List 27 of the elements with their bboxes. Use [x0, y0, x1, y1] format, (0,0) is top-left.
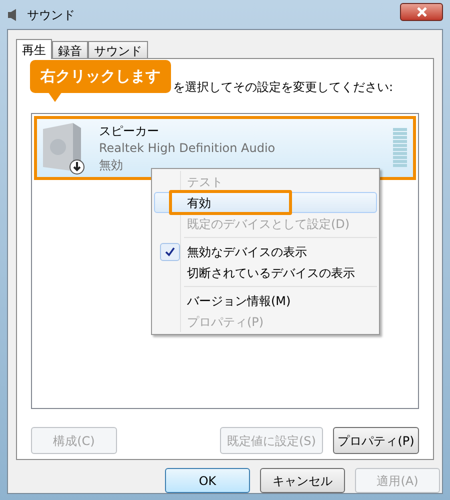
instruction-text: を選択してその設定を変更してください:: [173, 79, 394, 96]
menu-item[interactable]: 無効なデバイスの表示: [154, 241, 377, 262]
menu-item[interactable]: バージョン情報(M): [154, 290, 377, 311]
close-icon: [416, 6, 428, 16]
tab[interactable]: 再生: [16, 39, 52, 59]
menu-item-label: プロパティ(P): [187, 314, 264, 330]
menu-item-label: 無効なデバイスの表示: [187, 244, 307, 260]
device-driver: Realtek High Definition Audio: [99, 140, 276, 156]
close-button[interactable]: [400, 2, 443, 20]
menu-item[interactable]: 有効: [154, 192, 377, 213]
window-title: サウンド: [27, 6, 75, 24]
device-status: 無効: [99, 156, 124, 174]
callout-text: 右クリックします: [40, 66, 160, 88]
tab[interactable]: 録音: [52, 41, 88, 58]
dialog-button[interactable]: キャンセル: [260, 468, 345, 493]
tab[interactable]: サウンド: [88, 41, 148, 58]
dialog-button[interactable]: OK: [165, 468, 250, 493]
device-name: スピーカー: [99, 122, 160, 140]
menu-item-label: 有効: [187, 194, 211, 212]
speaker-icon: [7, 8, 19, 22]
properties-button[interactable]: プロパティ(P): [333, 427, 419, 454]
checkmark-icon: [160, 242, 180, 260]
menu-item-label: 切断されているデバイスの表示: [187, 264, 355, 282]
menu-item[interactable]: 切断されているデバイスの表示: [154, 262, 377, 283]
level-meter-icon: [393, 128, 407, 168]
menu-item-label: バージョン情報(M): [187, 292, 291, 310]
menu-item-label: 既定のデバイスとして設定(D): [187, 216, 350, 232]
